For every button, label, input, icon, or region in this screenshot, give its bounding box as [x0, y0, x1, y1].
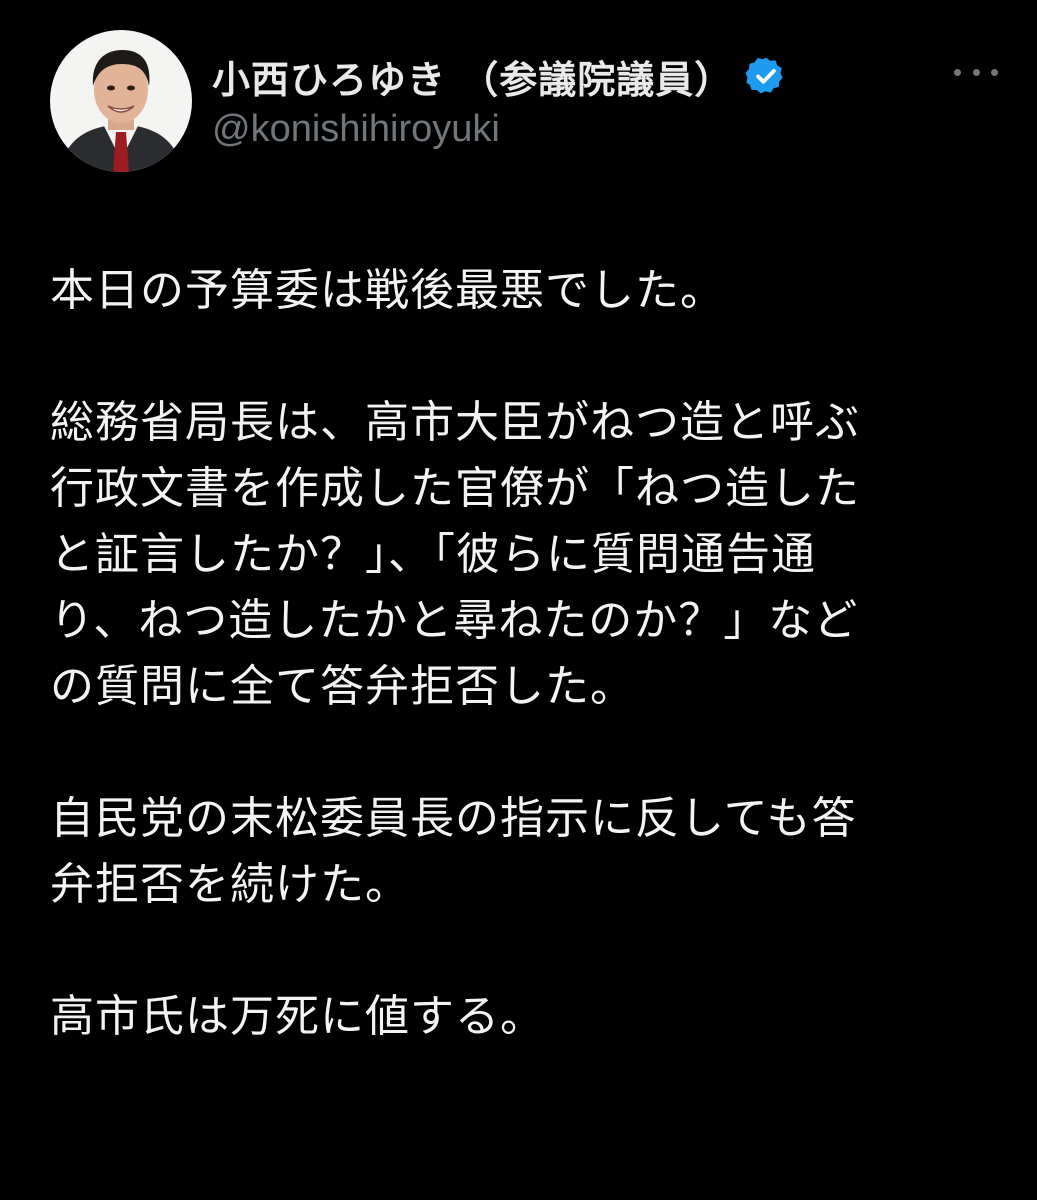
verified-badge-icon[interactable] [745, 55, 787, 97]
text-line: 行政文書を作成した官僚が「ねつ造した [50, 463, 860, 514]
more-dot [991, 68, 998, 76]
text-line: 弁拒否を続けた。 [50, 859, 410, 910]
author-info: 小西ひろゆき （参議院議員） @konishihiroyuki [212, 48, 787, 151]
tweet-paragraph: 総務省局長は、高市大臣がねつ造と呼ぶ 行政文書を作成した官僚が「ねつ造した と証… [50, 390, 1000, 720]
tweet-paragraph: 自民党の末松委員長の指示に反しても答 弁拒否を続けた。 [50, 786, 1000, 918]
text-line: と証言したか？」、「彼らに質問通告通 [50, 529, 816, 580]
tweet: 小西ひろゆき （参議院議員） @konishihiroyuki 本日の予算委は戦… [0, 0, 1037, 1200]
tweet-paragraph: 高市氏は万死に値する。 [50, 984, 1000, 1050]
tweet-header: 小西ひろゆき （参議院議員） @konishihiroyuki [50, 30, 1000, 175]
text-line: 自民党の末松委員長の指示に反しても答 [50, 793, 857, 844]
avatar[interactable] [50, 30, 192, 172]
more-options-icon[interactable] [954, 60, 998, 84]
text-line: 本日の予算委は戦後最悪でした。 [50, 265, 725, 316]
handle[interactable]: @konishihiroyuki [212, 108, 787, 151]
text-line: 総務省局長は、高市大臣がねつ造と呼ぶ [50, 397, 860, 448]
text-line: り、ねつ造したかと尋ねたのか？」など [50, 595, 859, 646]
display-name-row: 小西ひろゆき （参議院議員） [212, 48, 787, 104]
tweet-paragraph: 本日の予算委は戦後最悪でした。 [50, 258, 1000, 324]
profile-photo [50, 30, 192, 172]
display-name[interactable]: 小西ひろゆき （参議院議員） [212, 49, 733, 104]
text-line: 高市氏は万死に値する。 [50, 991, 545, 1042]
text-line: の質問に全て答弁拒否した。 [50, 661, 635, 712]
more-dot [954, 68, 961, 76]
more-dot [972, 68, 980, 76]
tweet-text: 本日の予算委は戦後最悪でした。 総務省局長は、高市大臣がねつ造と呼ぶ 行政文書を… [50, 258, 1000, 1050]
